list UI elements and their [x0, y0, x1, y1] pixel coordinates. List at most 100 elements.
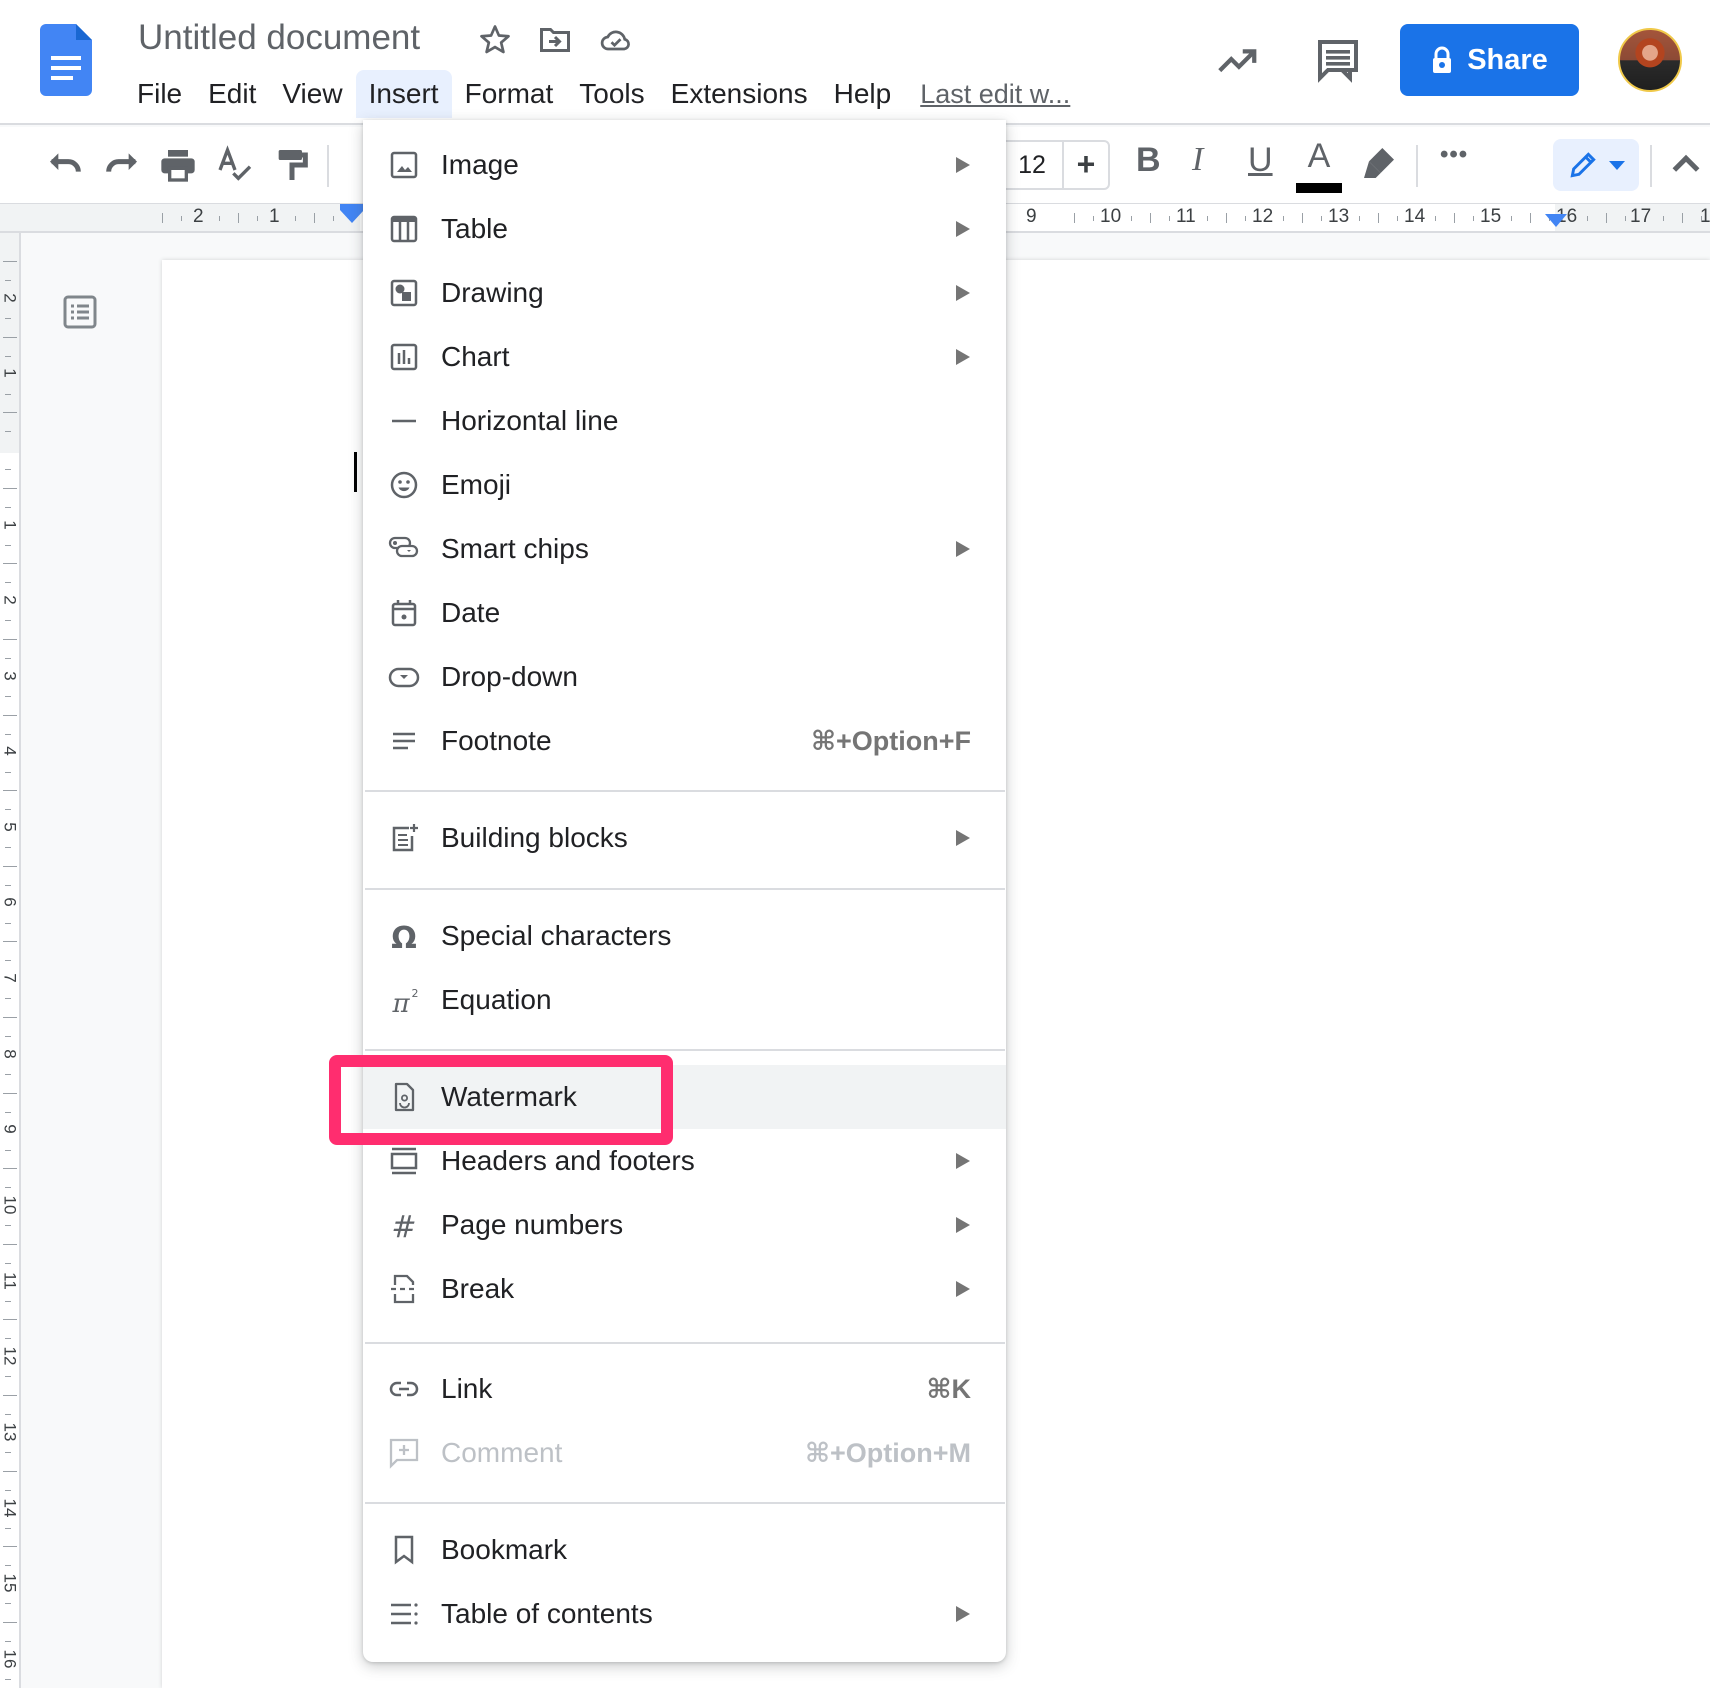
menu-extensions[interactable]: Extensions	[658, 70, 821, 118]
last-edit-link[interactable]: Last edit w...	[920, 79, 1070, 110]
ruler-number: 3	[0, 671, 20, 681]
text-color-button[interactable]: A	[1296, 137, 1342, 193]
menu-item-label: Building blocks	[441, 822, 628, 853]
highlight-color-icon[interactable]	[1359, 143, 1399, 183]
menu-file[interactable]: File	[124, 70, 195, 118]
menu-separator	[365, 1502, 1005, 1504]
menu-item-image[interactable]: Image	[363, 133, 1006, 197]
comments-icon[interactable]	[1314, 36, 1362, 84]
emoji-icon	[388, 469, 420, 501]
svg-text:#: #	[391, 1210, 416, 1241]
menu-help[interactable]: Help	[821, 70, 905, 118]
redo-icon[interactable]	[102, 145, 142, 185]
menu-item-label: Drop-down	[441, 661, 578, 692]
ruler-tick	[5, 734, 11, 735]
ruler-tick	[1530, 213, 1531, 223]
menu-edit[interactable]: Edit	[195, 70, 269, 118]
ruler-tick	[1682, 213, 1683, 223]
docs-logo-icon[interactable]	[40, 24, 92, 96]
italic-button[interactable]: I	[1192, 141, 1203, 179]
menu-item-special-characters[interactable]: Ω Special characters	[363, 904, 1006, 968]
font-size-input[interactable]: 12	[1002, 142, 1064, 188]
submenu-arrow-icon	[956, 1153, 970, 1169]
menu-item-comment: Comment ⌘+Option+M	[363, 1421, 1006, 1485]
link-icon	[388, 1373, 420, 1405]
ruler-number: 6	[0, 897, 20, 907]
menu-item-footnote[interactable]: Footnote ⌘+Option+F	[363, 709, 1006, 773]
spellcheck-icon[interactable]	[215, 145, 255, 185]
menu-item-break[interactable]: Break	[363, 1257, 1006, 1321]
print-icon[interactable]	[158, 145, 198, 185]
ruler-tick	[3, 1395, 17, 1396]
move-to-folder-icon[interactable]	[537, 22, 573, 58]
ruler-number: 14	[1404, 206, 1426, 227]
ruler-tick	[1435, 216, 1436, 221]
collapse-menus-icon[interactable]	[1666, 145, 1706, 185]
document-outline-icon[interactable]	[62, 294, 98, 330]
submenu-arrow-icon	[956, 1281, 970, 1297]
avatar[interactable]	[1618, 28, 1682, 92]
ruler-tick	[1587, 216, 1588, 221]
ruler-tick	[1511, 216, 1512, 221]
ruler-tick	[5, 1679, 11, 1680]
ruler-tick	[1606, 213, 1607, 223]
menu-insert[interactable]: Insert	[355, 70, 452, 118]
menu-item-date[interactable]: Date	[363, 581, 1006, 645]
toolbar-divider	[1416, 145, 1418, 187]
menu-item-drop-down[interactable]: Drop-down	[363, 645, 1006, 709]
ruler-number: 9	[1026, 206, 1037, 227]
star-icon[interactable]	[477, 22, 513, 58]
menu-view[interactable]: View	[269, 70, 355, 118]
ruler-tick	[3, 261, 17, 262]
bold-button[interactable]: B	[1136, 141, 1161, 180]
menu-item-label: Special characters	[441, 920, 672, 951]
ruler-tick	[1625, 216, 1626, 221]
menu-item-chart[interactable]: Chart	[363, 325, 1006, 389]
menu-item-equation[interactable]: π 2 Equation	[363, 968, 1006, 1032]
menu-item-building-blocks[interactable]: Building blocks	[363, 806, 1006, 870]
ruler-tick	[5, 1565, 11, 1566]
ruler-tick	[5, 356, 11, 357]
annotation-highlight-box	[329, 1055, 673, 1145]
menu-tools[interactable]: Tools	[566, 70, 657, 118]
document-title[interactable]: Untitled document	[138, 18, 420, 58]
menu-item-table-of-contents[interactable]: Table of contents	[363, 1582, 1006, 1646]
ruler-number: 1	[0, 368, 20, 378]
menu-item-table[interactable]: Table	[363, 197, 1006, 261]
cloud-saved-icon[interactable]	[598, 22, 634, 58]
menu-format[interactable]: Format	[452, 70, 567, 118]
text-color-swatch	[1296, 183, 1342, 193]
paint-format-icon[interactable]	[272, 145, 312, 185]
vertical-ruler[interactable]: 2 1 1 2 3 4 5 6 7 8 9 10 11 12 13 14 15 16	[0, 233, 21, 1688]
undo-icon[interactable]	[45, 145, 85, 185]
menu-item-page-numbers[interactable]: # Page numbers	[363, 1193, 1006, 1257]
ruler-tick	[5, 772, 11, 773]
right-indent-handle[interactable]	[1545, 214, 1567, 227]
ruler-tick	[1378, 213, 1379, 223]
ruler-number: 17	[1630, 206, 1652, 227]
menu-item-bookmark[interactable]: Bookmark	[363, 1518, 1006, 1582]
share-button[interactable]: Share	[1400, 24, 1579, 96]
hash-icon: #	[388, 1209, 420, 1241]
increase-font-size-button[interactable]: +	[1064, 142, 1108, 188]
menu-item-smart-chips[interactable]: Smart chips	[363, 517, 1006, 581]
ruler-tick	[5, 1338, 11, 1339]
activity-trend-icon[interactable]	[1214, 38, 1260, 84]
menu-item-shortcut: ⌘+Option+M	[804, 1437, 971, 1468]
menu-item-drawing[interactable]: Drawing	[363, 261, 1006, 325]
menu-item-horizontal-line[interactable]: Horizontal line	[363, 389, 1006, 453]
left-indent-handle[interactable]	[340, 210, 364, 223]
menu-item-label: Table	[441, 213, 508, 244]
underline-button[interactable]: U	[1248, 141, 1273, 180]
menu-item-label: Bookmark	[441, 1534, 568, 1565]
header: Untitled document File Edit View Insert …	[0, 0, 1710, 125]
menu-item-link[interactable]: Link ⌘K	[363, 1357, 1006, 1421]
menu-item-emoji[interactable]: Emoji	[363, 453, 1006, 517]
more-options-button[interactable]: •••	[1440, 141, 1468, 169]
ruler-tick	[5, 1414, 11, 1415]
ruler-number: 7	[0, 973, 20, 983]
ruler-tick	[5, 696, 11, 697]
ruler-tick	[1359, 216, 1360, 221]
editing-mode-button[interactable]	[1553, 139, 1639, 191]
font-size-stepper[interactable]: 12 +	[1000, 140, 1110, 190]
